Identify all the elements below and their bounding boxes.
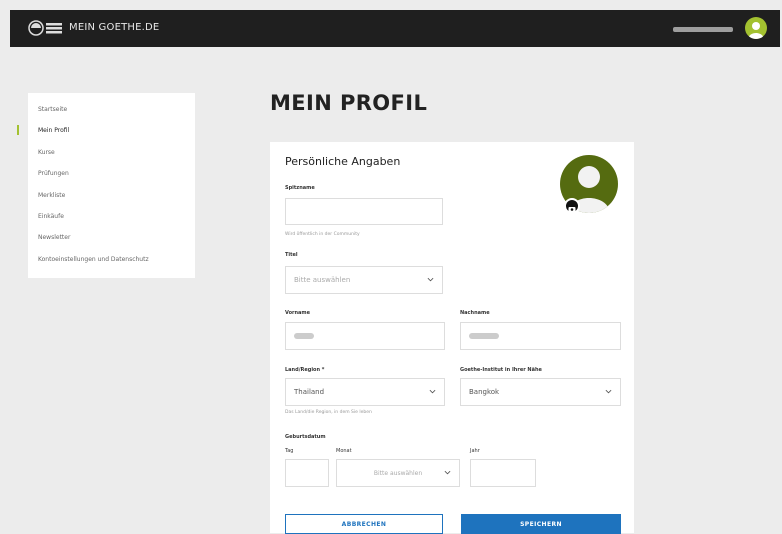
spitzname-label: Spitzname: [285, 185, 315, 191]
chevron-down-icon: [427, 277, 434, 282]
vorname-value-blurred: [294, 333, 314, 339]
nachname-label: Nachname: [460, 310, 490, 316]
tag-label: Tag: [285, 448, 294, 454]
goethe-logo-icon: [28, 20, 62, 36]
spitzname-input[interactable]: [285, 198, 443, 225]
land-label: Land/Region *: [285, 367, 325, 373]
chevron-down-icon: [444, 470, 451, 475]
nachname-input[interactable]: [460, 322, 621, 350]
titel-select[interactable]: Bitte auswählen: [285, 266, 443, 294]
jahr-label: Jahr: [470, 448, 480, 454]
titel-value: Bitte auswählen: [294, 276, 351, 284]
sidebar-item-pruefungen[interactable]: Prüfungen: [38, 170, 69, 177]
username-blurred[interactable]: [673, 27, 733, 32]
chevron-down-icon: [605, 389, 612, 394]
section-title: Persönliche Angaben: [285, 155, 401, 168]
cancel-button[interactable]: ABBRECHEN: [285, 514, 443, 534]
page-title: MEIN PROFIL: [270, 91, 428, 115]
active-item-indicator: [17, 125, 19, 135]
land-value: Thailand: [294, 388, 325, 396]
monat-value: Bitte auswählen: [373, 469, 423, 477]
sidebar-item-kurse[interactable]: Kurse: [38, 149, 55, 156]
camera-icon[interactable]: [564, 198, 580, 214]
land-hint: Das Land/die Region, in dem Sie leben: [285, 410, 372, 415]
sidebar-item-mein-profil[interactable]: Mein Profil: [38, 127, 69, 134]
land-select[interactable]: Thailand: [285, 378, 445, 406]
monat-select[interactable]: Bitte auswählen: [336, 459, 460, 487]
user-avatar-icon[interactable]: [745, 17, 767, 39]
sidebar-item-kontoeinstellungen[interactable]: Kontoeinstellungen und Datenschutz: [38, 256, 149, 263]
tag-input[interactable]: [285, 459, 329, 487]
sidebar-item-newsletter[interactable]: Newsletter: [38, 234, 70, 241]
spitzname-hint: Wird öffentlich in der Community: [285, 232, 360, 237]
goethe-logo[interactable]: [28, 20, 64, 36]
stadt-select[interactable]: Bangkok: [460, 378, 621, 406]
monat-label: Monat: [336, 448, 352, 454]
top-navigation-bar: MEIN GOETHE.DE: [10, 10, 780, 47]
titel-label: Titel: [285, 252, 298, 258]
save-button[interactable]: SPEICHERN: [461, 514, 621, 534]
geburtsdatum-label: Geburtsdatum: [285, 434, 326, 440]
stadt-value: Bangkok: [469, 388, 500, 396]
chevron-down-icon: [429, 389, 436, 394]
sidebar-item-merkliste[interactable]: Merkliste: [38, 192, 65, 199]
vorname-label: Vorname: [285, 310, 311, 316]
jahr-input[interactable]: [470, 459, 536, 487]
sidebar-item-einkaeufe[interactable]: Einkäufe: [38, 213, 64, 220]
sidebar-item-startseite[interactable]: Startseite: [38, 106, 67, 113]
vorname-input[interactable]: [285, 322, 445, 350]
profile-form-card: Persönliche Angaben Spitzname Wird öffen…: [270, 142, 634, 534]
stadt-label: Goethe-Institut in Ihrer Nähe: [460, 367, 542, 373]
site-brand-link[interactable]: MEIN GOETHE.DE: [69, 22, 159, 33]
sidebar-navigation: Startseite Mein Profil Kurse Prüfungen M…: [28, 93, 195, 278]
nachname-value-blurred: [469, 333, 499, 339]
